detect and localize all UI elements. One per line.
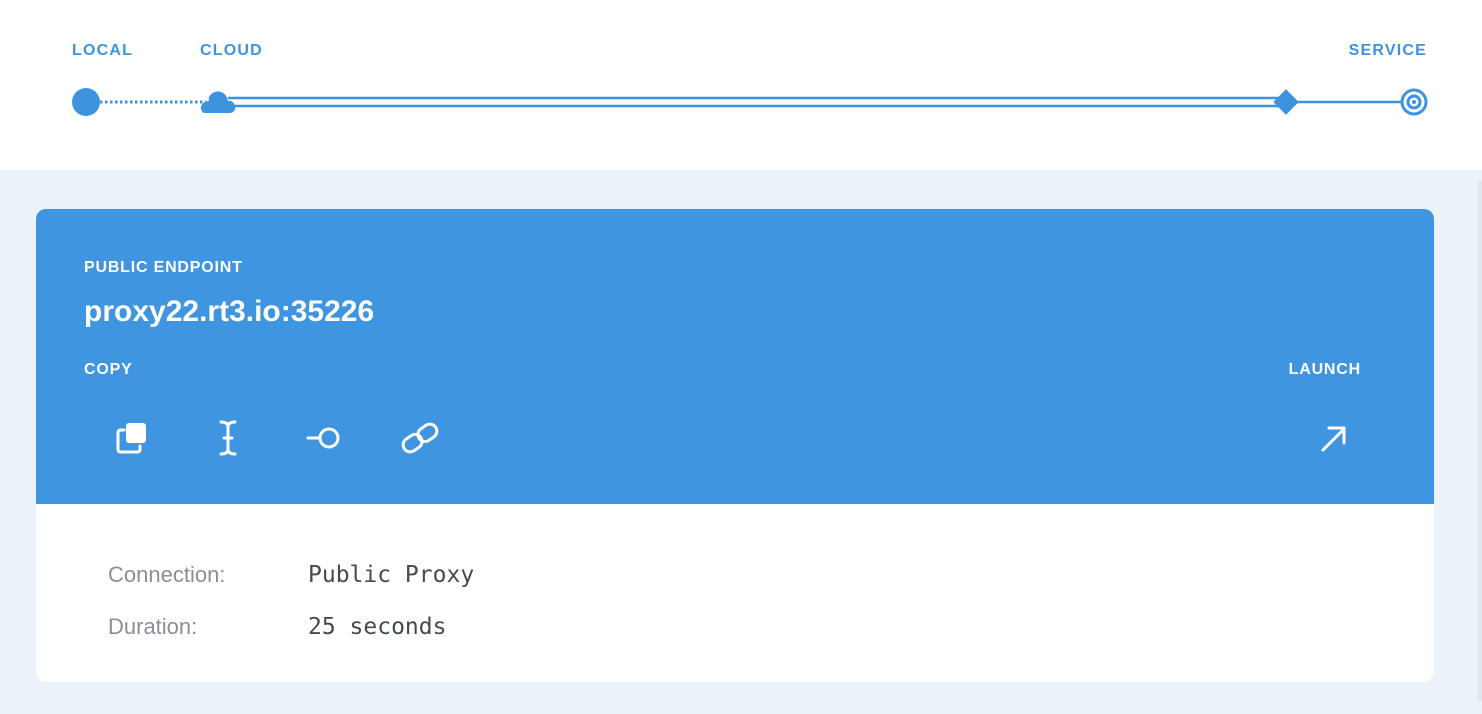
copy-button[interactable]	[108, 414, 156, 462]
connection-label: Connection:	[108, 562, 226, 587]
copy-icon	[116, 423, 146, 454]
arrow-up-right-icon	[1321, 426, 1346, 452]
copy-key-button[interactable]	[300, 414, 348, 462]
launch-label: LAUNCH	[1288, 361, 1361, 378]
connection-value: Public Proxy	[308, 562, 475, 588]
endpoint-card: PUBLIC ENDPOINT proxy22.rt3.io:35226 COP…	[36, 209, 1434, 682]
scrollbar[interactable]	[1478, 181, 1482, 701]
cloud-icon	[200, 91, 236, 113]
endpoint-card-header: PUBLIC ENDPOINT proxy22.rt3.io:35226 COP…	[36, 209, 1434, 504]
public-endpoint-value: proxy22.rt3.io:35226	[84, 295, 375, 328]
diamond-node-icon	[1273, 89, 1299, 115]
key-icon	[306, 427, 340, 449]
cursor-text-icon	[219, 420, 237, 456]
launch-button[interactable]	[1309, 414, 1357, 462]
copy-label: COPY	[84, 361, 133, 378]
copy-link-button[interactable]	[396, 414, 444, 462]
duration-value: 25 seconds	[308, 614, 447, 640]
connection-progress-bar: LOCAL CLOUD SERVICE	[0, 0, 1482, 171]
target-icon	[1400, 88, 1428, 116]
duration-label: Duration:	[108, 614, 198, 639]
local-node-icon	[72, 88, 100, 116]
connection-details: Connection: Public Proxy Duration: 25 se…	[36, 504, 1434, 682]
link-icon	[401, 422, 439, 454]
copy-text-button[interactable]	[204, 414, 252, 462]
public-endpoint-label: PUBLIC ENDPOINT	[84, 259, 243, 276]
progress-track	[72, 88, 1428, 116]
